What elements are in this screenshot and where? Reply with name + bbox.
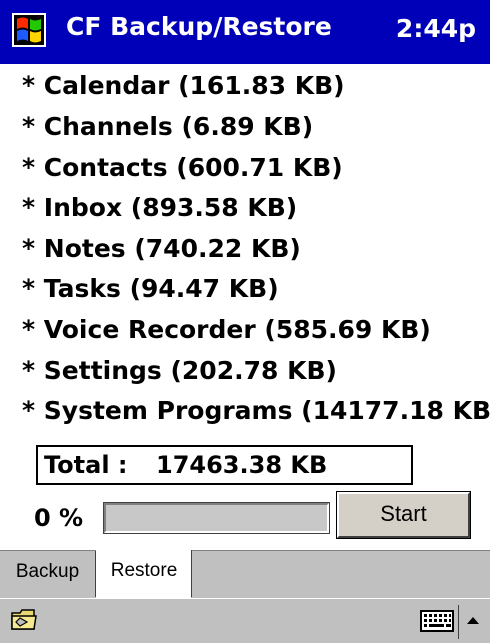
list-item-settings: * Settings (202.78 KB) [22,356,337,385]
list-item-voice-recorder: * Voice Recorder (585.69 KB) [22,315,431,344]
title-bar: CF Backup/Restore 2:44p [0,0,490,64]
list-item-contacts: * Contacts (600.71 KB) [22,153,343,182]
list-item-system-programs: * System Programs (14177.18 KB) [22,396,490,425]
tab-strip: Backup Restore [0,550,490,598]
total-label: Total : [44,451,128,479]
menu-bar [0,598,490,643]
tab-restore[interactable]: Restore [96,550,192,598]
list-item-calendar: * Calendar (161.83 KB) [22,71,345,100]
app-title: CF Backup/Restore [66,12,332,41]
total-value: 17463.38 KB [156,451,328,479]
progress-bar [103,502,330,534]
tab-backup[interactable]: Backup [0,551,96,597]
clock[interactable]: 2:44p [396,14,476,43]
menu-divider [458,605,459,639]
list-item-tasks: * Tasks (94.47 KB) [22,274,279,303]
folder-icon[interactable] [10,607,38,633]
list-item-inbox: * Inbox (893.58 KB) [22,193,298,222]
windows-flag-icon[interactable] [12,13,46,47]
start-button[interactable]: Start [336,491,471,539]
up-arrow-icon[interactable] [464,609,482,633]
total-box: Total : 17463.38 KB [36,445,413,485]
keyboard-icon[interactable] [420,609,454,633]
list-item-notes: * Notes (740.22 KB) [22,234,301,263]
list-item-channels: * Channels (6.89 KB) [22,112,314,141]
progress-percent: 0 % [34,504,84,532]
